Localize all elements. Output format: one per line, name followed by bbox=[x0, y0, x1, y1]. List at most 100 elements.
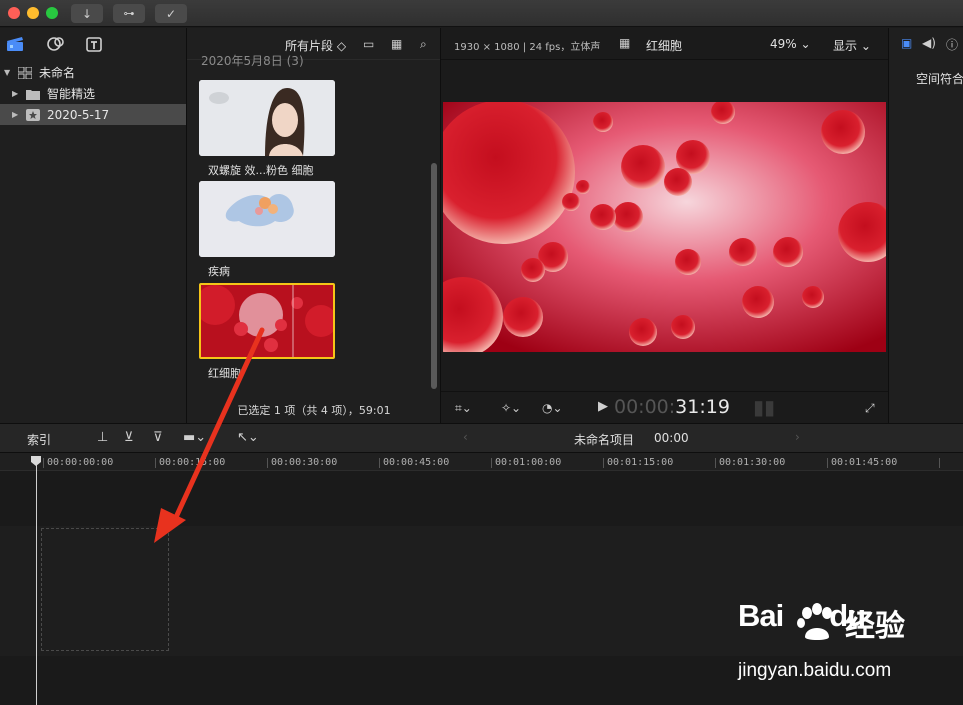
clip-appearance-icon[interactable]: ▭ bbox=[363, 37, 374, 51]
viewer-controls: ⌗⌄ ✧⌄ ◔⌄ ▶ 00:00:31:19 ▮▮ ⤢ bbox=[441, 391, 888, 423]
filmstrip-icon[interactable]: ▦ bbox=[391, 37, 402, 51]
disease-thumbnail bbox=[199, 181, 335, 257]
ruler-label: 00:00:00:00 bbox=[47, 457, 114, 468]
ruler-tick bbox=[155, 458, 156, 468]
playhead[interactable] bbox=[36, 457, 37, 705]
clip-item[interactable]: 疾病 bbox=[199, 181, 335, 279]
info-icon[interactable]: ⓘ bbox=[946, 36, 958, 53]
red-blood-cells-thumbnail bbox=[201, 285, 333, 357]
folder-icon bbox=[26, 88, 40, 100]
spatial-conform-label: 空间符合 bbox=[916, 72, 963, 86]
disclosure-closed-icon[interactable]: ▶ bbox=[12, 110, 22, 119]
retime-icon[interactable]: ◔⌄ bbox=[542, 401, 563, 415]
append-clip-icon[interactable]: ⊽ bbox=[153, 430, 163, 445]
clip-item[interactable]: 双螺旋 效...粉色 细胞 bbox=[199, 80, 335, 178]
watermark-cn-text: 经验 bbox=[845, 609, 905, 644]
event-item-label: 2020-5-17 bbox=[47, 107, 110, 122]
select-tool-icon[interactable]: ↖⌄ bbox=[237, 430, 259, 445]
window-zoom-button[interactable] bbox=[46, 7, 58, 19]
ruler-tick bbox=[827, 458, 828, 468]
timecode-display: 00:00:31:19 bbox=[614, 396, 730, 418]
video-inspector-icon[interactable]: ▣ bbox=[901, 36, 912, 50]
forward-arrow-icon[interactable]: › bbox=[795, 430, 800, 444]
format-info: 1930 × 1080 | 24 fps，立体声 bbox=[454, 42, 601, 53]
project-name: 未命名项目 bbox=[574, 433, 635, 447]
download-icon: ↓ bbox=[81, 6, 93, 21]
event-date-header: 2020年5月8日 (3) bbox=[201, 54, 304, 68]
disclosure-open-icon[interactable]: ▼ bbox=[4, 68, 14, 77]
titles-generators-button[interactable] bbox=[85, 35, 105, 53]
background-tasks-button[interactable]: ✓ bbox=[155, 4, 187, 23]
ruler-label: 00:01:45:00 bbox=[831, 457, 898, 468]
ruler-label: 00:00:15:00 bbox=[159, 457, 226, 468]
crop-icon[interactable]: ⌗⌄ bbox=[455, 401, 472, 416]
back-arrow-icon[interactable]: ‹ bbox=[463, 430, 468, 444]
viewer-clip-name: 红细胞 bbox=[646, 39, 683, 53]
browser-scrollbar[interactable] bbox=[431, 163, 437, 389]
libraries-sidebar: ▼ 未命名 ▶ 智能精选 ▶ 2020-5-17 bbox=[0, 28, 187, 423]
index-button[interactable]: 索引 bbox=[17, 431, 61, 448]
enhancements-icon[interactable]: ✧⌄ bbox=[501, 401, 521, 415]
ruler-tick bbox=[939, 458, 940, 468]
red-blood-cells-frame bbox=[443, 102, 886, 352]
insert-clip-icon[interactable]: ⊻ bbox=[124, 430, 134, 445]
play-icon[interactable]: ▶ bbox=[598, 399, 608, 414]
baidu-paw-icon bbox=[797, 603, 832, 640]
fullscreen-icon[interactable]: ⤢ bbox=[865, 401, 875, 416]
library-grid-icon bbox=[17, 66, 33, 79]
clip-drop-zone[interactable] bbox=[41, 528, 169, 651]
ruler-tick bbox=[715, 458, 716, 468]
libraries-toolbar bbox=[0, 28, 186, 60]
timecode-value: 31:19 bbox=[675, 396, 730, 418]
selection-status: 已选定 1 项（共 4 项），59:01 bbox=[237, 404, 391, 417]
ruler-tick bbox=[267, 458, 268, 468]
keywords-button[interactable]: ⊶ bbox=[113, 4, 145, 23]
titles-icon bbox=[86, 37, 102, 52]
final-cut-pro-window: ↓ ⊶ ✓ ▼ 未命名 ▶ 智能精选 ▶ 2020-5-17 所有片段 ◇ ▭ … bbox=[0, 0, 963, 705]
library-item[interactable]: ▼ 未命名 bbox=[0, 62, 186, 83]
overwrite-clip-icon[interactable]: ▬⌄ bbox=[183, 430, 206, 445]
window-minimize-button[interactable] bbox=[27, 7, 39, 19]
clip-film-icon: ▦ bbox=[619, 36, 631, 50]
audio-inspector-icon[interactable]: ◀) bbox=[922, 36, 936, 50]
photos-audio-button[interactable] bbox=[46, 35, 66, 53]
ruler-tick bbox=[603, 458, 604, 468]
audio-meter-icon: ▮▮ bbox=[753, 395, 776, 419]
window-close-button[interactable] bbox=[8, 7, 20, 19]
ruler-tick bbox=[379, 458, 380, 468]
connect-clip-icon[interactable]: ⊥ bbox=[97, 430, 108, 445]
ruler-label: 00:00:30:00 bbox=[271, 457, 338, 468]
ruler-label: 00:01:00:00 bbox=[495, 457, 562, 468]
project-duration: 00:00 bbox=[654, 431, 689, 445]
woman-portrait-thumbnail bbox=[199, 80, 335, 156]
clip-thumbnail bbox=[199, 80, 335, 156]
inspector-panel: ▣ ◀) ⓘ 空间符合 bbox=[888, 28, 963, 423]
event-star-icon bbox=[26, 108, 40, 121]
timeline-toolbar: 索引 ⊥ ⊻ ⊽ ▬⌄ ↖⌄ ‹ 未命名项目 00:00 › bbox=[0, 423, 963, 453]
ruler-label: 00:00:45:00 bbox=[383, 457, 450, 468]
ruler-tick bbox=[43, 458, 44, 468]
smart-collections-item[interactable]: ▶ 智能精选 bbox=[0, 83, 186, 104]
event-item[interactable]: ▶ 2020-5-17 bbox=[0, 104, 186, 125]
clip-item-selected[interactable]: 红细胞 bbox=[199, 283, 335, 381]
library-item-label: 未命名 bbox=[39, 66, 76, 80]
clip-thumbnail bbox=[199, 283, 335, 359]
viewer-toolbar: 1930 × 1080 | 24 fps，立体声 ▦ 红细胞 49% ⌄ 显示 … bbox=[441, 28, 888, 60]
browser-panel: 所有片段 ◇ ▭ ▦ ⌕ 2020年5月8日 (3) 双螺旋 效...粉色 细胞 bbox=[187, 28, 441, 423]
timeline-ruler[interactable]: 00:00:00:00 00:00:15:00 00:00:30:00 00:0… bbox=[0, 453, 963, 471]
search-icon[interactable]: ⌕ bbox=[420, 37, 427, 52]
disclosure-closed-icon[interactable]: ▶ bbox=[12, 89, 22, 98]
zoom-menu[interactable]: 49% ⌄ bbox=[770, 37, 811, 51]
video-preview[interactable] bbox=[443, 102, 886, 352]
viewer-panel: 1930 × 1080 | 24 fps，立体声 ▦ 红细胞 49% ⌄ 显示 … bbox=[441, 28, 888, 423]
display-menu[interactable]: 显示 ⌄ bbox=[833, 37, 871, 54]
check-circle-icon: ✓ bbox=[165, 6, 177, 21]
clip-name: 疾病 bbox=[208, 265, 230, 278]
title-bar: ↓ ⊶ ✓ bbox=[0, 0, 963, 27]
ruler-label: 00:01:30:00 bbox=[719, 457, 786, 468]
libraries-button[interactable] bbox=[5, 35, 25, 53]
timecode-dim: 00:00: bbox=[614, 396, 676, 418]
import-button[interactable]: ↓ bbox=[71, 4, 103, 23]
clip-name: 红细胞 bbox=[208, 367, 241, 380]
ruler-label: 00:01:15:00 bbox=[607, 457, 674, 468]
